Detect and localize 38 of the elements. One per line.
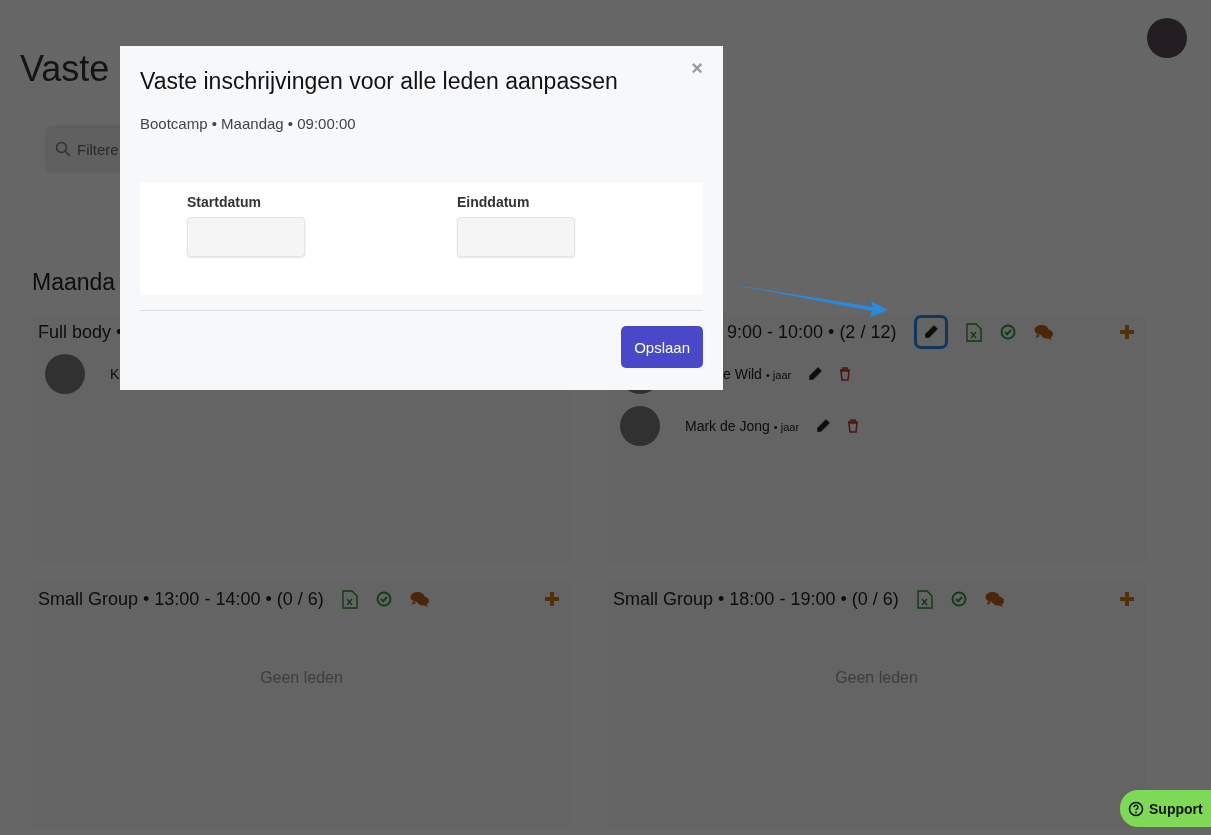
date-input[interactable] [187, 217, 305, 257]
date-input[interactable] [457, 217, 575, 257]
modal-subtitle: Bootcamp • Maandag • 09:00:00 [140, 115, 357, 132]
save-button[interactable]: Opslaan [621, 326, 703, 368]
page-title: Vaste [20, 48, 110, 90]
check-circle-icon[interactable] [375, 591, 392, 607]
member-name: K [110, 366, 120, 382]
spreadsheet-file-icon[interactable] [916, 589, 933, 609]
pencil-icon[interactable] [807, 366, 824, 382]
user-avatar[interactable] [1147, 18, 1187, 58]
pencil-icon[interactable] [815, 418, 832, 434]
trash-icon[interactable] [839, 367, 852, 381]
plus-icon[interactable] [545, 592, 559, 606]
pencil-icon[interactable] [914, 315, 949, 349]
chat-bubbles-icon[interactable] [1034, 324, 1055, 340]
spreadsheet-file-icon[interactable] [966, 322, 983, 342]
session-title: 9:00 - 10:00 • (2 / 12) [727, 321, 897, 343]
support-button[interactable]: Support [1120, 790, 1211, 827]
search-icon [55, 141, 71, 157]
member-name: e Wild • jaar [723, 366, 792, 382]
field-label: Einddatum [457, 194, 531, 210]
session-title: Small Group • 18:00 - 19:00 • (0 / 6) [613, 588, 899, 610]
plus-icon[interactable] [1120, 592, 1134, 606]
day-heading: Maanda [32, 269, 117, 296]
field-label: Startdatum [187, 194, 262, 210]
member-avatar [45, 354, 85, 394]
spreadsheet-file-icon[interactable] [341, 589, 358, 609]
help-icon [1128, 800, 1144, 817]
member-avatar [620, 406, 660, 446]
check-circle-icon[interactable] [950, 591, 967, 607]
trash-icon[interactable] [847, 419, 860, 433]
modal-title: Vaste inschrijvingen voor alle leden aanpassen [140, 68, 619, 95]
session-title: Small Group • 13:00 - 14:00 • (0 / 6) [38, 588, 324, 610]
chat-bubbles-icon[interactable] [409, 591, 430, 607]
chat-bubbles-icon[interactable] [984, 591, 1005, 607]
plus-icon[interactable] [1120, 325, 1134, 339]
member-name: Mark de Jong • jaar [685, 418, 800, 434]
check-circle-icon[interactable] [1000, 324, 1017, 340]
